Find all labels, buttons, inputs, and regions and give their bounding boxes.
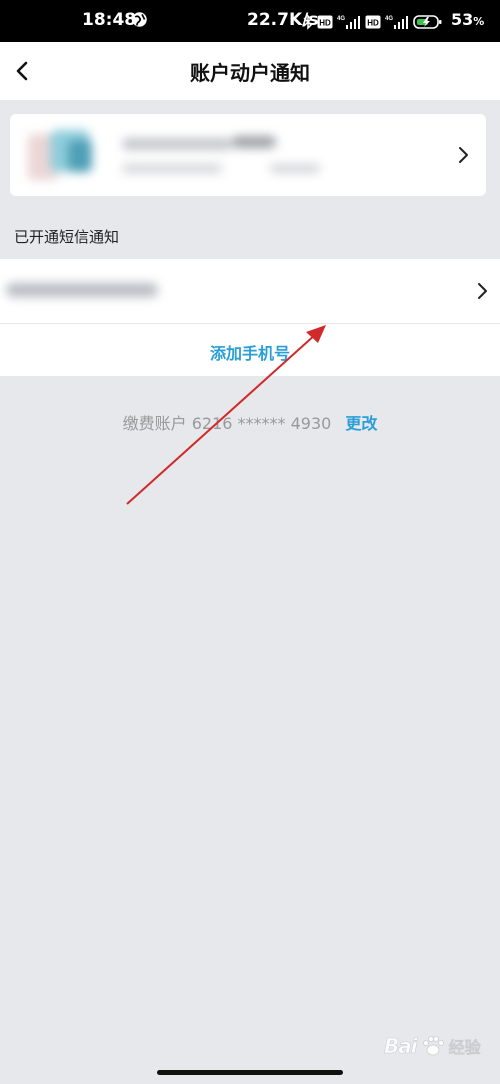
paw-icon <box>422 1036 444 1056</box>
baidu-watermark: Bai 经验 <box>384 1034 481 1059</box>
home-indicator[interactable] <box>157 1070 343 1075</box>
svg-text:4G: 4G <box>337 16 345 22</box>
account-card[interactable] <box>10 114 486 196</box>
signal-icon: 4G <box>337 16 360 29</box>
phone-number-blurred <box>6 283 158 297</box>
watermark-brand: Bai <box>384 1034 418 1059</box>
hd-icon: HD <box>365 15 381 29</box>
chevron-right-icon <box>478 283 487 299</box>
account-card-blurred-content <box>10 114 410 196</box>
notification-phone-row[interactable] <box>0 259 500 324</box>
hd-icon: HD <box>317 15 333 29</box>
watermark-suffix: 经验 <box>448 1038 481 1058</box>
svg-text:4G: 4G <box>385 16 393 22</box>
bluetooth-icon <box>303 14 313 30</box>
signal-icon: 4G <box>385 16 408 29</box>
add-phone-button[interactable]: 添加手机号 <box>0 340 500 364</box>
status-time: 18:48 <box>82 10 137 30</box>
add-phone-row: 添加手机号 <box>0 324 500 376</box>
payment-account-text: 缴费账户 6216 ****** 4930 <box>122 414 332 433</box>
battery-icon <box>413 15 442 29</box>
change-button[interactable]: 更改 <box>345 414 377 433</box>
status-icons: HD 4G HD 4G <box>303 14 443 30</box>
globe-icon <box>132 12 147 27</box>
svg-text:HD: HD <box>367 19 379 28</box>
payment-account: 缴费账户 6216 ****** 4930 更改 <box>0 410 500 434</box>
sms-notification-section-label: 已开通短信通知 <box>14 228 120 246</box>
status-bar: 18:48 22.7K/s HD 4G HD 4G 53% <box>0 0 500 42</box>
battery-percent: 53% <box>451 10 485 29</box>
svg-text:HD: HD <box>319 19 331 28</box>
chevron-right-icon <box>459 147 468 163</box>
page-title: 账户动户通知 <box>190 61 310 85</box>
app-header: 账户动户通知 <box>0 42 500 100</box>
